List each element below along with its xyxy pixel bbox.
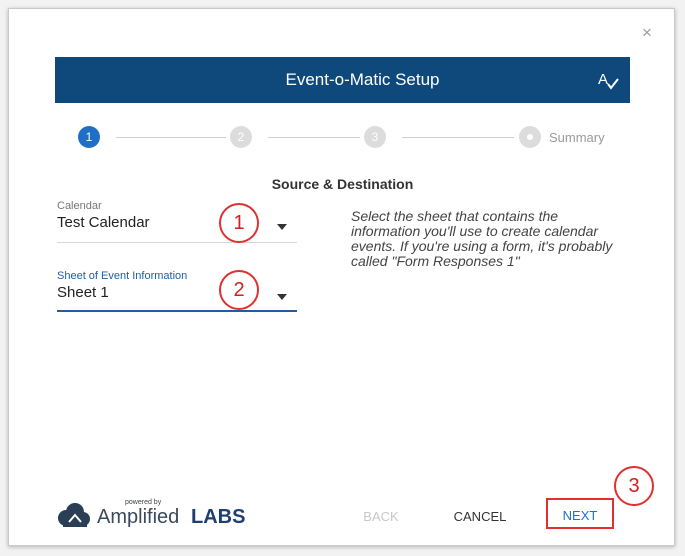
amplified-labs-logo: powered by Amplified LABS [55, 498, 255, 530]
dialog-header: Event-o-Matic Setup A [55, 57, 630, 103]
chevron-down-icon[interactable] [277, 224, 287, 230]
cancel-button[interactable]: CANCEL [446, 506, 514, 528]
step-1: 1 [78, 126, 100, 148]
close-icon[interactable]: × [640, 24, 654, 41]
next-button[interactable]: NEXT [546, 498, 614, 529]
annotation-3: 3 [614, 466, 654, 506]
annotation-2: 2 [219, 270, 259, 310]
annotation-1: 1 [219, 203, 259, 243]
amplified-text: Amplified [97, 506, 180, 528]
step-summary-icon [519, 126, 541, 148]
labs-text: LABS [191, 506, 246, 528]
sheet-value: Sheet 1 [57, 284, 109, 301]
sheet-dropdown[interactable]: Sheet of Event Information Sheet 1 [57, 270, 297, 312]
progress-stepper: 1 2 3 Summary [78, 126, 618, 150]
step-connector [268, 137, 360, 138]
step-connector [116, 137, 226, 138]
step-connector [402, 137, 514, 138]
spellcheck-icon[interactable]: A [597, 69, 619, 91]
calendar-label: Calendar [57, 200, 102, 212]
section-title-text: Source & Destination [271, 176, 414, 192]
powered-by-text: powered by [125, 499, 162, 506]
step-summary-label: Summary [549, 130, 605, 145]
calendar-value: Test Calendar [57, 214, 150, 231]
step-2: 2 [230, 126, 252, 148]
calendar-dropdown[interactable]: Calendar Test Calendar [57, 200, 297, 243]
svg-text:A: A [598, 71, 608, 88]
chevron-down-icon[interactable] [277, 294, 287, 300]
cloud-icon [58, 503, 90, 527]
dialog-title: Event-o-Matic Setup [285, 70, 440, 89]
section-title: Source & Destination [0, 176, 685, 192]
step-3: 3 [364, 126, 386, 148]
help-text: Select the sheet that contains the infor… [351, 208, 613, 269]
back-button[interactable]: BACK [355, 506, 407, 528]
sheet-label: Sheet of Event Information [57, 270, 188, 282]
